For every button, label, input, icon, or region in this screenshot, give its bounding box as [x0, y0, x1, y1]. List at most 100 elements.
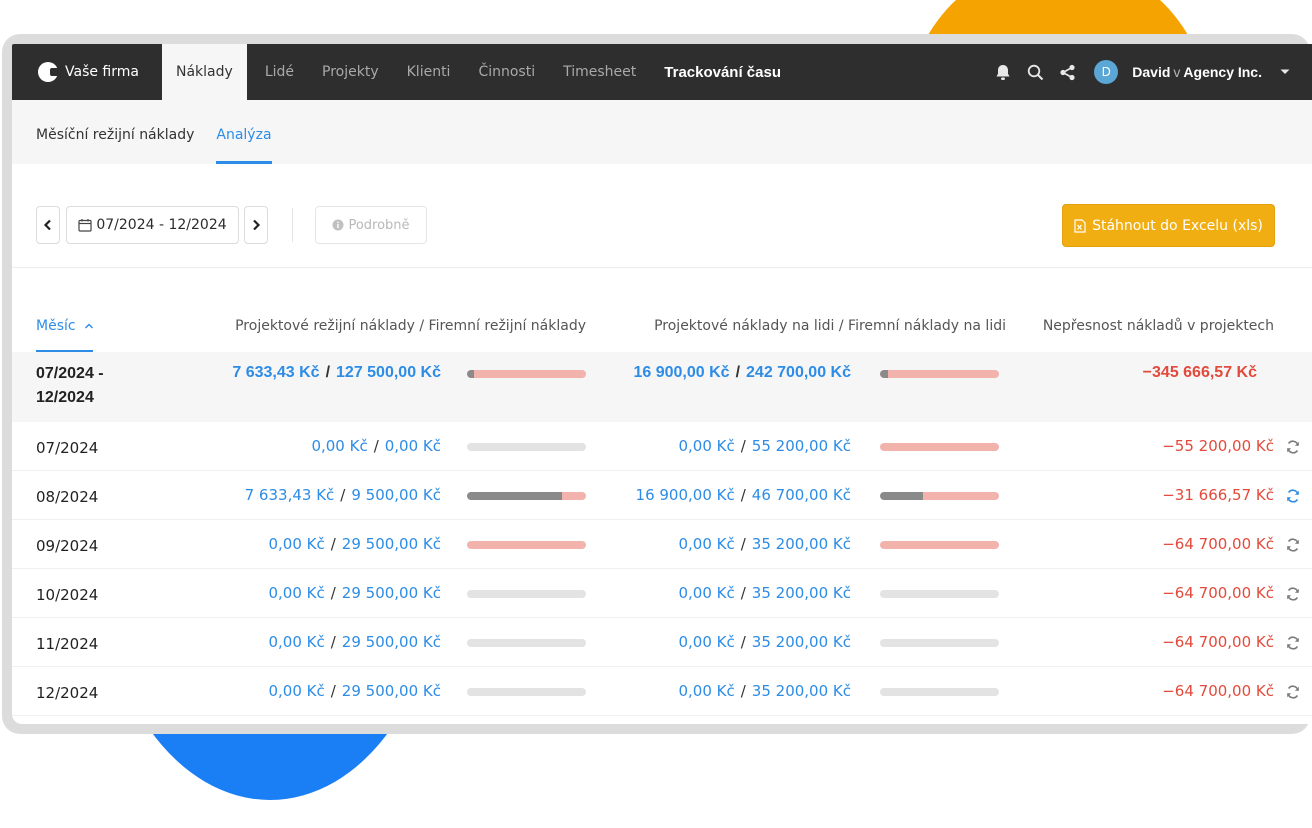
row-month: 09/2024 [36, 537, 99, 555]
row-diff: −64 700,00 Kč [1162, 535, 1274, 553]
table-body: 07/2024 0,00 Kč / 0,00 Kč 0,00 Kč / 55 2… [12, 422, 1312, 716]
table-row: 07/2024 0,00 Kč / 0,00 Kč 0,00 Kč / 55 2… [12, 422, 1312, 471]
toolbar: 07/2024 - 12/2024 Podrobně Stáhnout do E… [12, 164, 1312, 268]
slash-separator: / [740, 535, 746, 553]
nav-item-projekty[interactable]: Projekty [308, 44, 393, 100]
slash-separator: / [740, 682, 746, 700]
row-overhead-project[interactable]: 0,00 Kč [268, 682, 324, 700]
brand-label: Vaše firma [65, 64, 139, 80]
row-people-pair: 0,00 Kč / 35 200,00 Kč [678, 535, 851, 553]
column-header-diff[interactable]: Nepřesnost nákladů v projektech [1043, 318, 1274, 334]
row-people-company[interactable]: 55 200,00 Kč [752, 437, 851, 455]
chevron-right-icon [253, 219, 261, 231]
row-people-pair: 0,00 Kč / 55 200,00 Kč [678, 437, 851, 455]
total-overhead-pair: 7 633,43 Kč / 127 500,00 Kč [232, 364, 441, 382]
total-people-pair: 16 900,00 Kč / 242 700,00 Kč [633, 364, 851, 382]
total-people-project[interactable]: 16 900,00 Kč [633, 364, 729, 382]
row-diff: −64 700,00 Kč [1162, 584, 1274, 602]
row-month: 07/2024 [36, 439, 99, 457]
row-people-project[interactable]: 0,00 Kč [678, 633, 734, 651]
tab-mesicni-rezijni-naklady[interactable]: Měsíční režijní náklady [36, 100, 194, 164]
row-overhead-company[interactable]: 29 500,00 Kč [342, 535, 441, 553]
row-overhead-company[interactable]: 29 500,00 Kč [342, 633, 441, 651]
user-menu[interactable]: David v Agency Inc. [1132, 64, 1262, 80]
row-overhead-bar-fill [467, 492, 563, 500]
refresh-icon[interactable] [1285, 439, 1301, 455]
share-icon[interactable] [1058, 63, 1076, 81]
row-month: 08/2024 [36, 488, 99, 506]
total-overhead-bar-fill [467, 370, 475, 378]
row-people-company[interactable]: 35 200,00 Kč [752, 584, 851, 602]
next-period-button[interactable] [244, 206, 268, 244]
refresh-icon[interactable] [1285, 537, 1301, 553]
nav-item-trackovani-casu[interactable]: Trackování času [650, 44, 795, 100]
row-people-company[interactable]: 35 200,00 Kč [752, 535, 851, 553]
total-people-bar-fill [880, 370, 889, 378]
total-overhead-project[interactable]: 7 633,43 Kč [232, 364, 319, 382]
row-people-project[interactable]: 16 900,00 Kč [636, 486, 735, 504]
row-people-company[interactable]: 35 200,00 Kč [752, 682, 851, 700]
row-overhead-pair: 7 633,43 Kč / 9 500,00 Kč [245, 486, 441, 504]
row-overhead-project[interactable]: 7 633,43 Kč [245, 486, 335, 504]
row-overhead-project[interactable]: 0,00 Kč [311, 437, 367, 455]
row-overhead-company[interactable]: 29 500,00 Kč [342, 682, 441, 700]
nav-item-naklady[interactable]: Náklady [162, 44, 247, 100]
bell-icon[interactable] [994, 63, 1012, 81]
user-avatar[interactable]: D [1094, 60, 1119, 84]
total-period: 07/2024 - 12/2024 [36, 365, 104, 406]
caret-down-icon[interactable] [1276, 63, 1294, 81]
row-overhead-pair: 0,00 Kč / 29 500,00 Kč [268, 535, 441, 553]
row-overhead-company[interactable]: 9 500,00 Kč [351, 486, 441, 504]
column-header-people[interactable]: Projektové náklady na lidi / Firemní nák… [654, 318, 1006, 334]
row-overhead-bar [467, 541, 586, 549]
brand-link[interactable]: Vaše firma [12, 44, 162, 100]
total-people-company[interactable]: 242 700,00 Kč [746, 364, 851, 382]
refresh-icon[interactable] [1285, 586, 1301, 602]
row-overhead-bar [467, 492, 586, 500]
nav-item-timesheet[interactable]: Timesheet [549, 44, 650, 100]
export-excel-button[interactable]: Stáhnout do Excelu (xls) [1062, 204, 1275, 247]
slash-separator: / [340, 486, 346, 504]
row-overhead-bar [467, 590, 586, 598]
table-row: 09/2024 0,00 Kč / 29 500,00 Kč 0,00 Kč /… [12, 520, 1312, 569]
total-diff: −345 666,57 Kč [1142, 364, 1257, 381]
row-people-bar [880, 541, 999, 549]
detail-button[interactable]: Podrobně [315, 206, 427, 244]
row-overhead-project[interactable]: 0,00 Kč [268, 535, 324, 553]
row-people-company[interactable]: 46 700,00 Kč [752, 486, 851, 504]
previous-period-button[interactable] [36, 206, 60, 244]
row-people-project[interactable]: 0,00 Kč [678, 437, 734, 455]
row-people-pair: 0,00 Kč / 35 200,00 Kč [678, 584, 851, 602]
slash-separator: / [740, 584, 746, 602]
search-icon[interactable] [1026, 63, 1044, 81]
row-people-project[interactable]: 0,00 Kč [678, 584, 734, 602]
tab-analyza[interactable]: Analýza [216, 100, 272, 164]
row-people-bar [880, 590, 999, 598]
refresh-icon[interactable] [1285, 684, 1301, 700]
row-people-bar [880, 688, 999, 696]
column-header-overhead[interactable]: Projektové režijní náklady / Firemní rež… [235, 318, 586, 334]
row-people-bar [880, 443, 999, 451]
row-overhead-company[interactable]: 0,00 Kč [385, 437, 441, 455]
nav-item-cinnosti[interactable]: Činnosti [464, 44, 549, 100]
row-overhead-project[interactable]: 0,00 Kč [268, 584, 324, 602]
row-people-bar [880, 492, 999, 500]
company-logo-icon [38, 62, 59, 82]
row-people-company[interactable]: 35 200,00 Kč [752, 633, 851, 651]
refresh-icon[interactable] [1285, 635, 1301, 651]
nav-item-klienti[interactable]: Klienti [393, 44, 465, 100]
row-people-project[interactable]: 0,00 Kč [678, 682, 734, 700]
nav-item-lide[interactable]: Lidé [251, 44, 308, 100]
row-overhead-pair: 0,00 Kč / 29 500,00 Kč [268, 584, 441, 602]
detail-button-label: Podrobně [348, 217, 410, 233]
slash-separator: / [325, 364, 331, 381]
row-overhead-company[interactable]: 29 500,00 Kč [342, 584, 441, 602]
total-overhead-company[interactable]: 127 500,00 Kč [336, 364, 441, 382]
row-people-pair: 0,00 Kč / 35 200,00 Kč [678, 633, 851, 651]
refresh-icon[interactable] [1285, 488, 1301, 504]
date-range-picker[interactable]: 07/2024 - 12/2024 [66, 206, 239, 244]
row-people-project[interactable]: 0,00 Kč [678, 535, 734, 553]
slash-separator: / [330, 584, 336, 602]
column-header-month[interactable]: Měsíc [36, 318, 94, 334]
row-overhead-project[interactable]: 0,00 Kč [268, 633, 324, 651]
